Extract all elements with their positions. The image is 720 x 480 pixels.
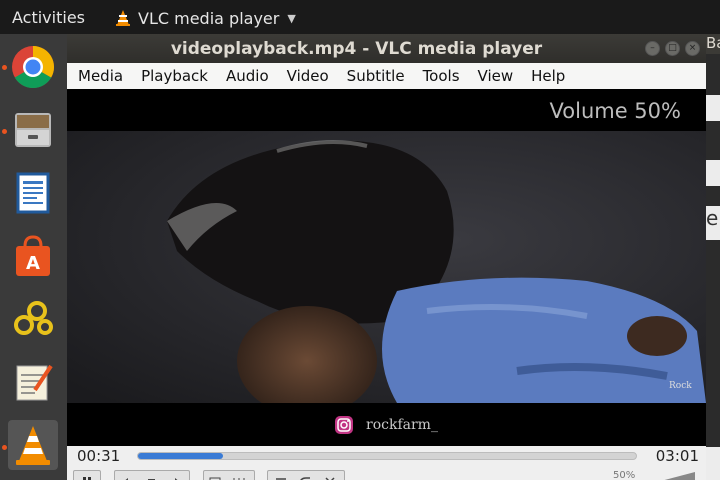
dock: A (0, 34, 67, 480)
app-menu-label: VLC media player (138, 8, 280, 28)
chevron-down-icon: ▼ (287, 11, 296, 25)
running-indicator (2, 129, 7, 134)
menu-help[interactable]: Help (522, 67, 574, 85)
dock-item-files[interactable] (8, 105, 58, 155)
vlc-window: videoplayback.mp4 - VLC media player – □… (67, 34, 706, 480)
playback-controls: 00:31 03:01 50% (67, 446, 706, 480)
minimize-button[interactable]: – (645, 41, 660, 56)
background-window-titlebar: Ba (706, 34, 720, 54)
svg-text:Rock: Rock (669, 381, 692, 391)
transport-buttons[interactable] (114, 470, 190, 480)
current-time: 00:31 (77, 447, 121, 465)
top-bar: Activities VLC media player ▼ (0, 0, 720, 34)
svg-text:A: A (26, 253, 40, 274)
seek-bar[interactable] (137, 452, 637, 460)
play-pause-button[interactable] (73, 470, 101, 480)
menu-playback[interactable]: Playback (132, 67, 217, 85)
pause-icon (83, 477, 91, 480)
watermark-text: rockfarm_ (366, 417, 438, 433)
files-icon (15, 113, 51, 147)
background-window-panel (706, 447, 720, 480)
app-menu[interactable]: VLC media player ▼ (114, 7, 296, 29)
chrome-icon (12, 45, 55, 89)
volume-osd: Volume 50% (549, 99, 681, 123)
running-indicator (2, 445, 7, 450)
menu-audio[interactable]: Audio (217, 67, 278, 85)
title-bar[interactable]: videoplayback.mp4 - VLC media player – □… (67, 34, 706, 63)
menu-media[interactable]: Media (69, 67, 132, 85)
writer-icon (16, 172, 50, 214)
vlc-icon (16, 426, 50, 465)
video-frame: Rock (67, 131, 706, 403)
maximize-button[interactable]: □ (665, 41, 680, 56)
playlist-loop-shuffle-buttons[interactable] (267, 470, 345, 480)
seek-bar-fill (138, 453, 223, 459)
background-window-panel: e (706, 206, 720, 240)
background-window-panel (706, 95, 720, 121)
software-center-icon: A (16, 235, 50, 276)
menu-video[interactable]: Video (278, 67, 338, 85)
activities-button[interactable]: Activities (12, 8, 85, 27)
dock-item-vlc[interactable] (8, 420, 58, 470)
fullscreen-icon (209, 477, 245, 480)
dock-item-chrome[interactable] (8, 42, 58, 92)
menu-tools[interactable]: Tools (414, 67, 469, 85)
dock-item-software[interactable]: A (8, 231, 58, 281)
menu-view[interactable]: View (469, 67, 523, 85)
instagram-watermark: rockfarm_ (334, 415, 438, 435)
volume-slider[interactable] (657, 472, 695, 480)
dock-item-text-editor[interactable] (8, 357, 58, 407)
playlist-icon (276, 477, 335, 480)
vlc-cone-icon (116, 10, 130, 26)
instagram-icon (335, 416, 353, 434)
running-indicator (2, 65, 7, 70)
transport-icons (125, 478, 178, 480)
video-area[interactable]: Rock Volume 50% rockfarm_ (67, 89, 706, 446)
menu-subtitle[interactable]: Subtitle (338, 67, 414, 85)
menu-bar: Media Playback Audio Video Subtitle Tool… (67, 63, 706, 89)
settings-icon (14, 301, 53, 335)
text-editor-icon (16, 364, 53, 401)
total-time: 03:01 (655, 447, 699, 465)
dock-item-settings[interactable] (8, 294, 58, 344)
dock-item-writer[interactable] (8, 168, 58, 218)
volume-label: 50% (613, 470, 636, 480)
background-window-panel (706, 160, 720, 186)
fullscreen-extended-buttons[interactable] (203, 470, 255, 480)
window-title: videoplayback.mp4 - VLC media player (170, 39, 543, 59)
close-button[interactable]: × (685, 41, 700, 56)
